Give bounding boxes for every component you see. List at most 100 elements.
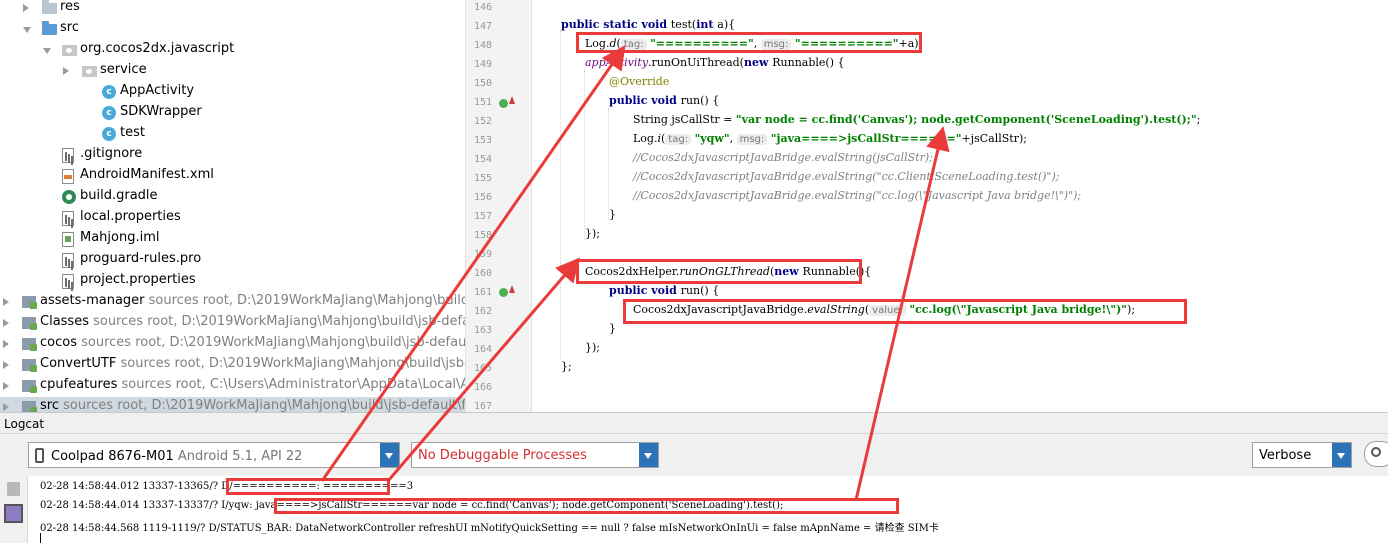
line-number: 151 bbox=[473, 97, 492, 108]
line-number: 153 bbox=[473, 135, 492, 146]
tree-item[interactable]: c SDKWrapper bbox=[0, 103, 465, 124]
line-number: 161 bbox=[473, 287, 492, 298]
scroll-to-end-icon[interactable] bbox=[4, 504, 23, 523]
module-icon bbox=[22, 401, 37, 412]
device-detail: Android 5.1, API 22 bbox=[177, 449, 303, 464]
tree-item[interactable]: proguard-rules.pro bbox=[0, 250, 465, 271]
line-number: 162 bbox=[473, 306, 492, 317]
tree-item[interactable]: c test bbox=[0, 124, 465, 145]
project-tree: res src org.cocos2dx.javascript service c App… bbox=[0, 0, 466, 412]
tree-item[interactable]: cpufeatures sources root, C:\Users\Admin… bbox=[0, 376, 465, 397]
chevron-down-icon[interactable] bbox=[23, 27, 31, 33]
code-line-158: }); bbox=[585, 227, 600, 240]
chevron-down-icon[interactable] bbox=[1332, 443, 1351, 467]
indent-guide bbox=[560, 30, 561, 360]
override-marker-icon[interactable] bbox=[499, 99, 508, 108]
tree-item[interactable]: Classes sources root, D:\2019WorkMaJiang… bbox=[0, 313, 465, 334]
log-level-select[interactable]: Verbose bbox=[1252, 442, 1352, 468]
log-prefix: 02-28 14:58:44.568 1119-1119/? bbox=[40, 523, 209, 534]
annotation: @Override bbox=[609, 75, 670, 88]
chevron-right-icon[interactable] bbox=[3, 361, 9, 369]
chevron-right-icon[interactable] bbox=[3, 340, 9, 348]
tree-item[interactable]: ConvertUTF sources root, D:\2019WorkMaJi… bbox=[0, 355, 465, 376]
line-number: 148 bbox=[473, 40, 492, 51]
logcat-side-toolbar bbox=[0, 476, 28, 543]
tree-item-label: .gitignore bbox=[80, 146, 143, 161]
process-select[interactable]: No Debuggable Processes bbox=[411, 442, 659, 468]
trash-icon[interactable] bbox=[7, 482, 20, 496]
folder-icon bbox=[42, 21, 57, 35]
tree-item-label: src bbox=[60, 20, 79, 35]
code-line-153: Log.i(tag: "yqw", msg: "java====>jsCallS… bbox=[633, 132, 1027, 145]
class-icon: c bbox=[102, 106, 116, 120]
tree-item-label: org.cocos2dx.javascript bbox=[80, 41, 235, 56]
tree-item-label: cocos sources root, D:\2019WorkMaJiang\M… bbox=[40, 335, 465, 350]
chevron-right-icon[interactable] bbox=[3, 319, 9, 327]
chevron-right-icon[interactable] bbox=[23, 4, 29, 12]
logcat-title: Logcat bbox=[4, 417, 45, 431]
code-text: run() { bbox=[680, 284, 720, 297]
tree-item[interactable]: service bbox=[0, 61, 465, 82]
log-line: 02-28 14:58:44.012 13337-13365/? D/=====… bbox=[40, 481, 413, 492]
tree-item[interactable]: c AppActivity bbox=[0, 82, 465, 103]
tree-item[interactable]: project.properties bbox=[0, 271, 465, 292]
line-number: 150 bbox=[473, 78, 492, 89]
chevron-down-icon[interactable] bbox=[639, 443, 658, 467]
search-icon[interactable] bbox=[1364, 441, 1388, 467]
log-message: D/==========: ==========3 bbox=[221, 481, 414, 492]
code-text: Cocos2dxJavascriptJavaBridge. bbox=[633, 303, 808, 316]
tree-item-label: SDKWrapper bbox=[120, 104, 202, 119]
logcat-output[interactable]: 02-28 14:58:44.012 13337-13365/? D/=====… bbox=[28, 476, 1388, 543]
chevron-down-icon[interactable] bbox=[380, 443, 399, 467]
chevron-down-icon[interactable] bbox=[43, 48, 51, 54]
param-hint: tag: bbox=[620, 39, 647, 50]
tree-item[interactable]: src sources root, D:\2019WorkMaJiang\Mah… bbox=[0, 397, 465, 412]
log-message: java====>jsCallStr======var node = cc.fi… bbox=[255, 500, 784, 511]
keyword: int bbox=[696, 18, 718, 31]
line-number: 147 bbox=[473, 21, 492, 32]
log-line: 02-28 14:58:44.014 13337-13337/? I/yqw: … bbox=[40, 500, 783, 511]
code-line-151: public void run() { bbox=[609, 94, 719, 107]
keyword: public void bbox=[609, 94, 681, 107]
chevron-right-icon[interactable] bbox=[3, 382, 9, 390]
logcat-tab[interactable]: Logcat bbox=[0, 412, 1388, 434]
module-icon bbox=[22, 338, 37, 351]
tree-item-label: Classes sources root, D:\2019WorkMaJiang… bbox=[40, 314, 465, 329]
line-number: 154 bbox=[473, 154, 492, 165]
line-number: 152 bbox=[473, 116, 492, 127]
tree-item-label: service bbox=[100, 62, 147, 77]
file-icon bbox=[62, 148, 74, 163]
string-literal: "==========" bbox=[650, 37, 754, 50]
tree-item[interactable]: org.cocos2dx.javascript bbox=[0, 40, 465, 61]
tree-item-label: assets-manager sources root, D:\2019Work… bbox=[40, 293, 466, 308]
chevron-right-icon[interactable] bbox=[3, 298, 9, 306]
param-hint: msg: bbox=[760, 39, 792, 50]
tree-item-label: local.properties bbox=[80, 209, 181, 224]
tree-item[interactable]: assets-manager sources root, D:\2019Work… bbox=[0, 292, 466, 313]
tree-item[interactable]: Mahjong.iml bbox=[0, 229, 465, 250]
file-icon bbox=[62, 253, 74, 268]
tree-item-path: sources root, D:\2019WorkMaJiang\Mahjong… bbox=[144, 293, 466, 308]
chevron-right-icon[interactable] bbox=[63, 67, 69, 75]
tree-item[interactable]: src bbox=[0, 19, 465, 40]
code-line-165: }; bbox=[561, 360, 572, 373]
tree-item[interactable]: res bbox=[0, 0, 465, 19]
log-level-label: Verbose bbox=[1259, 448, 1312, 463]
method-name: runOnGLThread bbox=[679, 265, 770, 278]
tree-item[interactable]: AndroidManifest.xml bbox=[0, 166, 465, 187]
tree-item[interactable]: .gitignore bbox=[0, 145, 465, 166]
device-select[interactable]: Coolpad 8676-M01 Android 5.1, API 22 bbox=[28, 442, 400, 468]
tree-item[interactable]: local.properties bbox=[0, 208, 465, 229]
tree-item-label: cpufeatures sources root, C:\Users\Admin… bbox=[40, 377, 465, 392]
chevron-right-icon[interactable] bbox=[3, 403, 9, 411]
process-label: No Debuggable Processes bbox=[418, 448, 587, 463]
tree-item[interactable]: build.gradle bbox=[0, 187, 465, 208]
code-editor[interactable]: public static void test(int a){ Log.d(ta… bbox=[532, 0, 1388, 412]
code-text: ; bbox=[1196, 113, 1201, 126]
keyword: new bbox=[774, 265, 803, 278]
code-line-149: appActivity.runOnUiThread(new Runnable()… bbox=[585, 56, 845, 69]
override-marker-icon[interactable] bbox=[499, 288, 508, 297]
text-cursor bbox=[40, 533, 41, 543]
tree-item[interactable]: cocos sources root, D:\2019WorkMaJiang\M… bbox=[0, 334, 465, 355]
code-line-161: public void run() { bbox=[609, 284, 719, 297]
